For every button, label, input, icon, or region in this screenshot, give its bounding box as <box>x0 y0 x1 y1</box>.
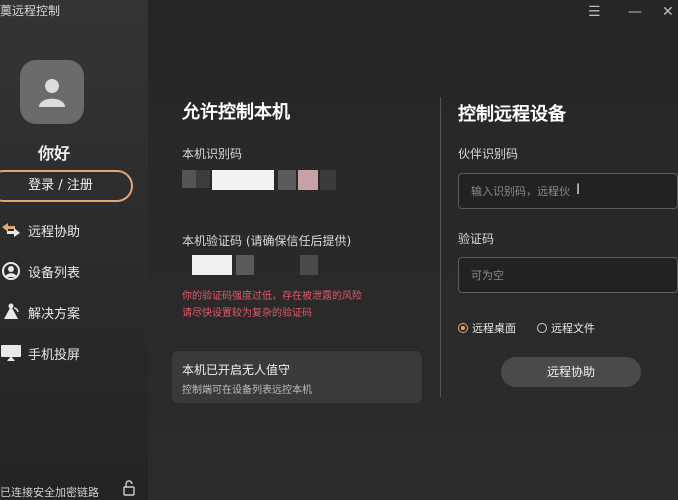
sidebar-item-label: 手机投屏 <box>28 347 81 363</box>
panel-divider <box>440 97 441 397</box>
sidebar-item-label: 解决方案 <box>28 306 81 322</box>
text-cursor-icon: I <box>576 182 581 198</box>
lock-icon <box>122 480 136 500</box>
login-register-button[interactable]: 登录 / 注册 <box>0 170 133 202</box>
secure-connection-status: 已连接安全加密链路 <box>0 486 99 499</box>
app-title: 薁远程控制 <box>0 4 61 18</box>
verify-code-input[interactable]: 可为空 <box>458 257 678 293</box>
radio-unselected-icon <box>537 323 547 333</box>
user-icon <box>39 79 65 107</box>
avatar[interactable] <box>20 60 84 124</box>
greeting: 你好 <box>38 144 71 163</box>
main-panel <box>148 0 678 500</box>
weak-code-warning-line2: 请尽快设置较为复杂的验证码 <box>182 308 312 319</box>
app-window: 薁远程控制 你好 登录 / 注册 远程协助 设备列表 解决方案 手机投屏 已连接… <box>0 0 678 500</box>
sidebar-item-label: 设备列表 <box>28 265 81 281</box>
radio-label: 远程文件 <box>551 322 595 335</box>
remote-assist-button[interactable]: 远程协助 <box>501 357 641 387</box>
radio-remote-desktop[interactable]: 远程桌面 <box>458 320 516 336</box>
partner-id-input[interactable]: 输入识别码，远程伙 <box>458 173 678 209</box>
close-icon[interactable]: ✕ <box>662 3 674 21</box>
screen-cast-icon <box>0 342 22 364</box>
local-code-label: 本机验证码 (请确保信任后提供) <box>182 234 352 248</box>
radio-remote-file[interactable]: 远程文件 <box>537 320 595 336</box>
remote-assist-icon <box>0 219 22 241</box>
sidebar-item-label: 远程协助 <box>28 224 81 240</box>
unattended-subtitle: 控制端可在设备列表远控本机 <box>182 385 312 396</box>
local-id-label: 本机识别码 <box>182 147 243 161</box>
partner-id-label: 伙伴识别码 <box>458 147 519 161</box>
unattended-title: 本机已开启无人值守 <box>182 363 291 377</box>
sidebar-item-remote-assist[interactable]: 远程协助 <box>0 218 80 242</box>
verify-code-label: 验证码 <box>458 232 495 246</box>
control-remote-title: 控制远程设备 <box>458 104 566 125</box>
weak-code-warning-line1: 你的验证码强度过低，存在被泄露的风险 <box>182 291 362 302</box>
minimize-icon[interactable]: — <box>628 3 642 21</box>
sidebar: 薁远程控制 你好 登录 / 注册 远程协助 设备列表 解决方案 手机投屏 已连接… <box>0 0 148 500</box>
allow-control-title: 允许控制本机 <box>182 102 290 123</box>
sidebar-item-solution[interactable]: 解决方案 <box>0 300 80 324</box>
menu-icon[interactable]: ☰ <box>588 3 601 21</box>
sidebar-item-screen-cast[interactable]: 手机投屏 <box>0 341 80 365</box>
unattended-mode-card[interactable]: 本机已开启无人值守 控制端可在设备列表远控本机 <box>172 351 422 403</box>
device-list-icon <box>0 260 22 282</box>
radio-selected-icon <box>458 323 468 333</box>
solution-icon <box>0 301 22 323</box>
sidebar-item-device-list[interactable]: 设备列表 <box>0 259 80 283</box>
radio-label: 远程桌面 <box>472 322 516 335</box>
